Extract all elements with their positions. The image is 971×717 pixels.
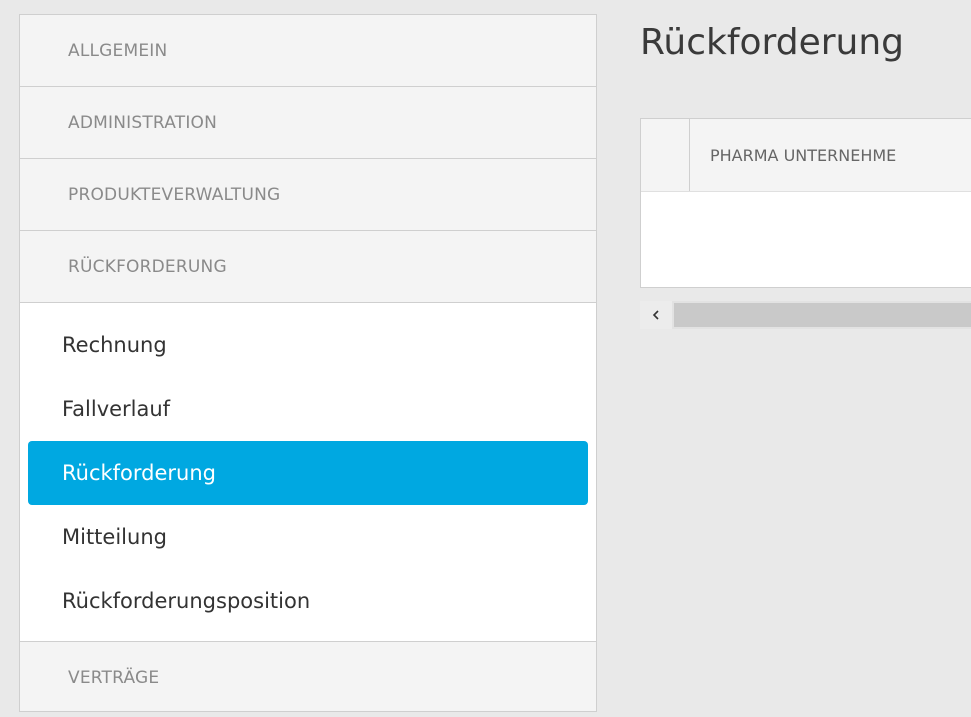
sidebar-item-rechnung[interactable]: Rechnung <box>28 313 588 377</box>
horizontal-scrollbar[interactable] <box>640 301 971 329</box>
grid-column-header-pharma-unternehmen[interactable]: PHARMA UNTERNEHME <box>690 119 896 191</box>
sidebar-section-label: PRODUKTEVERWALTUNG <box>68 184 281 205</box>
sidebar-item-mitteilung[interactable]: Mitteilung <box>28 505 588 569</box>
sidebar-section-label: VERTRÄGE <box>68 668 160 688</box>
sidebar-item-label: Mitteilung <box>62 525 167 549</box>
sidebar-item-label: Fallverlauf <box>62 397 171 421</box>
grid-select-column[interactable] <box>641 119 690 191</box>
chevron-left-icon[interactable] <box>640 301 672 329</box>
sidebar-section-allgemein[interactable]: ALLGEMEIN <box>20 15 596 87</box>
sidebar-item-label: Rückforderungsposition <box>62 589 311 613</box>
sidebar-nav: ALLGEMEIN ADMINISTRATION PRODUKTEVERWALT… <box>19 14 597 712</box>
sidebar-submenu: Rechnung Fallverlauf Rückforderung Mitte… <box>20 303 596 642</box>
sidebar-section-administration[interactable]: ADMINISTRATION <box>20 87 596 159</box>
sidebar-item-rueckforderungsposition[interactable]: Rückforderungsposition <box>28 569 588 633</box>
grid-header: PHARMA UNTERNEHME <box>641 119 971 192</box>
sidebar-item-label: Rückforderung <box>62 461 217 485</box>
sidebar-section-rueckforderung[interactable]: RÜCKFORDERUNG <box>20 231 596 303</box>
scrollbar-thumb[interactable] <box>674 303 971 327</box>
sidebar-section-produkteverwaltung[interactable]: PRODUKTEVERWALTUNG <box>20 159 596 231</box>
sidebar-item-label: Rechnung <box>62 333 167 357</box>
sidebar-section-vertraege[interactable]: VERTRÄGE <box>20 642 596 714</box>
sidebar-section-label: ADMINISTRATION <box>68 112 218 133</box>
sidebar-item-fallverlauf[interactable]: Fallverlauf <box>28 377 588 441</box>
data-grid: PHARMA UNTERNEHME <box>640 118 971 288</box>
page-title: Rückforderung <box>640 22 905 63</box>
sidebar-section-label: ALLGEMEIN <box>68 40 168 61</box>
sidebar-section-label: RÜCKFORDERUNG <box>68 256 227 277</box>
sidebar-item-rueckforderung[interactable]: Rückforderung <box>28 441 588 505</box>
